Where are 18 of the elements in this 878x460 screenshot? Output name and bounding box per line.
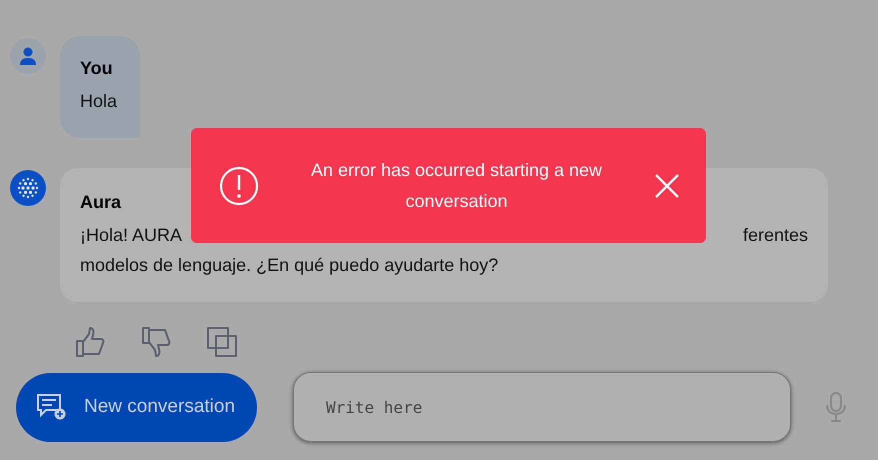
thumbs-up-icon[interactable] <box>74 326 106 358</box>
close-button[interactable] <box>654 172 680 198</box>
message-input[interactable]: Write here <box>293 372 791 442</box>
message-text: Hola <box>80 90 118 113</box>
alert-icon <box>219 166 259 206</box>
thumbs-down-icon[interactable] <box>140 326 172 358</box>
message-author: Aura <box>80 192 122 213</box>
dotted-logo-icon <box>15 175 41 201</box>
user-icon <box>18 46 38 66</box>
error-message: An error has occurred starting a new conversation <box>310 158 604 212</box>
message-text: modelos de lenguaje. ¿En qué puedo ayudarte hoy? <box>80 254 498 277</box>
chat-add-icon <box>36 393 66 421</box>
message-text: ¡Hola! AURA <box>80 224 182 247</box>
message-text: ferentes <box>742 224 808 247</box>
new-conversation-button[interactable]: New conversation <box>16 372 257 442</box>
copy-icon[interactable] <box>206 326 238 358</box>
message-author: You <box>80 58 113 79</box>
microphone-icon[interactable] <box>824 391 848 423</box>
